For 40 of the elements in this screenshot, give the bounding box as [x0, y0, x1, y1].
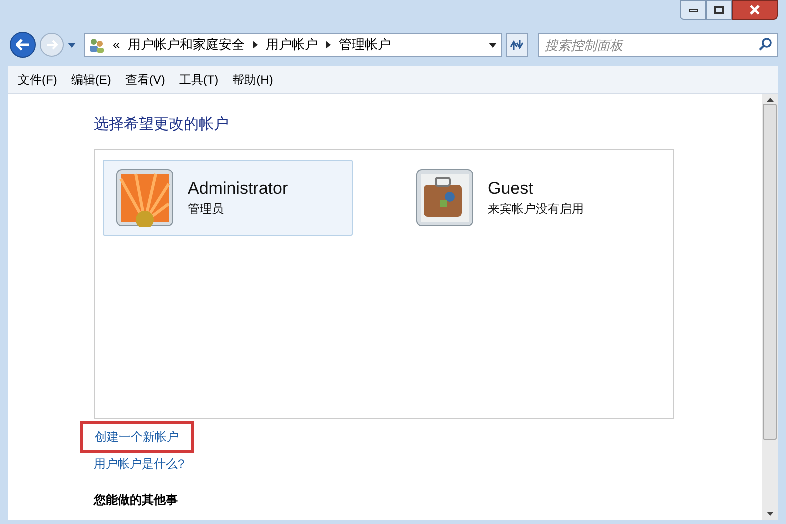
refresh-icon [510, 39, 524, 51]
scrollbar[interactable] [762, 94, 778, 520]
menu-item[interactable]: 文件(F) [12, 70, 64, 88]
close-icon [750, 5, 760, 15]
scroll-up-icon[interactable] [766, 98, 774, 102]
account-tile[interactable]: Administrator 管理员 [103, 160, 353, 236]
menu-item[interactable]: 编辑(E) [65, 70, 118, 88]
account-name: Administrator [188, 178, 288, 200]
minimize-button[interactable] [680, 0, 706, 20]
address-bar[interactable]: « 用户帐户和家庭安全 用户帐户 管理帐户 [84, 33, 502, 57]
back-arrow-icon [16, 39, 30, 51]
overflow-chevron[interactable]: « [113, 35, 120, 55]
dropdown-arrow-icon[interactable] [489, 42, 497, 48]
breadcrumb[interactable]: 管理帐户 [339, 35, 392, 55]
link[interactable]: 用户帐户是什么? [94, 454, 185, 472]
chevron-icon[interactable] [253, 41, 258, 49]
chevron-icon[interactable] [326, 41, 332, 49]
forward-arrow-icon [46, 40, 58, 50]
breadcrumb[interactable]: 用户帐户 [266, 35, 318, 55]
account-type: 管理员 [188, 200, 225, 218]
page-heading: 选择希望更改的帐户 [94, 115, 230, 135]
link[interactable]: 创建一个新帐户 [80, 420, 194, 452]
back-button[interactable] [10, 32, 36, 58]
menu-item[interactable]: 工具(T) [173, 70, 225, 88]
users-icon [89, 37, 105, 53]
refresh-button[interactable] [506, 33, 528, 57]
menu-item[interactable]: 帮助(H) [226, 70, 280, 88]
breadcrumb[interactable]: 用户帐户和家庭安全 [128, 35, 246, 55]
section-title: 您能做的其他事 [94, 492, 178, 508]
search-icon [759, 38, 772, 51]
flower-picture-icon [116, 168, 174, 226]
search-field[interactable]: 搜索控制面板 [538, 33, 778, 57]
scrollbar-thumb[interactable] [763, 104, 777, 440]
account-type: 来宾帐户没有启用 [488, 200, 584, 218]
menu-item[interactable]: 查看(V) [119, 70, 172, 88]
account-name: Guest [488, 178, 534, 200]
close-button[interactable] [732, 0, 778, 20]
scroll-down-icon[interactable] [766, 512, 774, 516]
maximize-button[interactable] [706, 0, 732, 20]
suitcase-picture-icon [416, 168, 474, 226]
